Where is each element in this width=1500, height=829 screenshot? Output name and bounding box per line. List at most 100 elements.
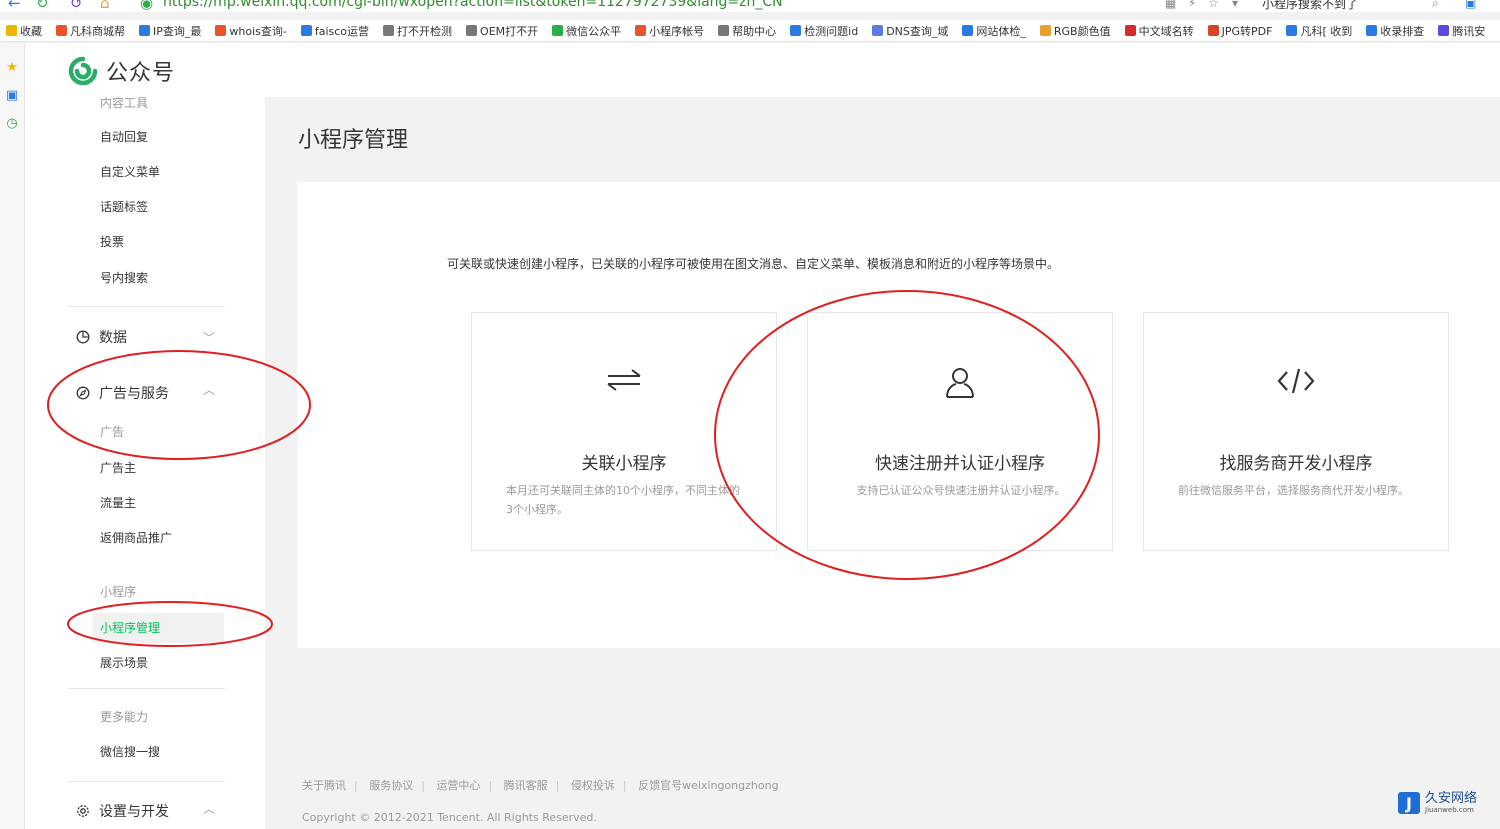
browser-sidebar: ★ ▣ ◷ [0,43,25,829]
bookmark-label: IP查询_最 [153,24,202,38]
extension-icon[interactable]: ▣ [1465,0,1476,10]
pie-chart-icon [75,329,91,345]
card-link-miniprogram[interactable]: 关联小程序 本月还可关联同主体的10个小程序，不同主体的3个小程序。 [471,312,777,551]
favorites-star-icon[interactable]: ★ [5,61,19,75]
bookmark-icon [383,25,395,36]
mp-logo[interactable]: 公众号 [68,55,175,87]
bookmark-item[interactable]: 凡科商城帮 [56,23,125,39]
bookmark-item[interactable]: RGB颜色值 [1039,23,1111,39]
bookmark-item[interactable]: faisco运营 [300,23,369,39]
gear-icon [75,803,91,819]
bookmark-item[interactable]: 检测问题id [790,23,858,39]
menu-item-traffic-host[interactable]: 流量主 [100,494,136,511]
undo-icon[interactable]: ↺ [70,0,83,12]
chevron-up-icon[interactable]: ︿ [203,800,215,817]
bookmark-icon [1039,25,1051,36]
menu-item-display-scenes[interactable]: 展示场景 [100,654,148,671]
bookmark-icon [1124,25,1136,36]
menu-item-advertiser[interactable]: 广告主 [100,459,136,476]
refresh-icon[interactable]: ↻ [36,0,49,12]
browser-address-bar: ← ↻ ↺ ⌂ ◉ https://mp.weixin.qq.com/cgi-b… [0,0,1500,12]
bookmark-label: 凡科商城帮 [70,24,125,38]
menu-item-wechat-search[interactable]: 微信搜一搜 [100,743,160,760]
footer-link-operations[interactable]: 运营中心 [436,779,480,792]
bookmark-label: RGB颜色值 [1053,24,1111,38]
copyright: Copyright © 2012-2021 Tencent. All Right… [302,811,597,824]
flash-icon[interactable]: ⚡ [1188,0,1196,10]
bookmark-icon [56,25,67,36]
menu-item-custom-menu[interactable]: 自定义菜单 [100,163,160,180]
bookmark-item[interactable]: JPG转PDF [1207,23,1272,39]
footer-link-support[interactable]: 腾讯客服 [504,779,548,792]
bookmark-label: whois查询- [229,24,287,38]
wechat-mp-logo-icon [68,56,98,86]
footer-link-feedback[interactable]: 反馈官号weixingongzhong [638,779,778,792]
back-icon[interactable]: ← [8,0,21,12]
bookmark-label: 腾讯安 [1452,24,1486,38]
footer-links: 关于腾讯 | 服务协议 | 运营中心 | 腾讯客服 | 侵权投诉 | 反馈官号weixin… [302,777,787,793]
footer-link-complaint[interactable]: 侵权投诉 [571,779,615,792]
bookmark-icon [552,25,564,36]
menu-item-auto-reply[interactable]: 自动回复 [100,128,148,145]
footer-separator: | [488,779,493,792]
bookmark-label: 网站体检_ [976,24,1026,38]
bookmark-label: 帮助中心 [732,24,777,38]
bookmark-icon [139,25,150,36]
footer-separator: | [421,779,425,792]
menu-group-ads-services[interactable]: 广告与服务 [75,383,169,403]
search-box[interactable]: 小程序搜索不到了 [1262,0,1358,12]
bookmark-label: 打不开检测 [397,24,453,38]
chevron-down-icon[interactable]: ▾ [1232,0,1238,10]
bookmark-item[interactable]: 收录排查 [1366,23,1424,39]
search-icon[interactable]: ⌕ [1432,0,1439,11]
menu-group-settings-dev[interactable]: 设置与开发 [75,801,169,821]
menu-item-account-search[interactable]: 号内搜索 [100,269,148,286]
card-service-provider[interactable]: 找服务商开发小程序 前往微信服务平台，选择服务商代开发小程序。 [1143,312,1449,551]
menu-item-topic-tags[interactable]: 话题标签 [100,198,148,215]
bookmark-icon [718,25,730,36]
card-quick-register[interactable]: 快速注册并认证小程序 支持已认证公众号快速注册并认证小程序。 [807,312,1113,551]
chevron-up-icon[interactable]: ︿ [203,381,215,398]
history-clock-icon[interactable]: ◷ [5,117,19,131]
menu-divider [68,688,225,689]
bookmark-item[interactable]: OEM打不开 [466,23,538,39]
chevron-down-icon[interactable]: ﹀ [203,329,215,346]
bookmark-icon [962,25,974,36]
bookmark-item[interactable]: 网站体检_ [962,23,1026,39]
footer-link-agreement[interactable]: 服务协议 [369,779,413,792]
bookmark-item[interactable]: 小程序帐号 [635,23,704,39]
menu-group-ads-label: 广告与服务 [99,386,169,402]
bookmark-item[interactable]: 腾讯安 [1438,23,1485,39]
bookmark-item[interactable]: 微信公众平 [552,23,621,39]
menu-item-rebate-promotion[interactable]: 返佣商品推广 [100,529,172,546]
card-desc: 本月还可关联同主体的10个小程序，不同主体的3个小程序。 [506,484,740,516]
bookmark-label: 收藏 [20,24,42,38]
bookmark-item[interactable]: 打不开检测 [383,23,452,39]
bookmark-item[interactable]: IP查询_最 [139,23,201,39]
reading-list-icon[interactable]: ▣ [5,89,19,103]
star-icon[interactable]: ☆ [1208,0,1219,10]
bookmarks-bar: 收藏 凡科商城帮 IP查询_最 whois查询-faisco运营 打不开检测 OEM打不开… [0,20,1500,42]
footer-link-about[interactable]: 关于腾讯 [302,779,346,792]
bookmark-item[interactable]: 收藏 [6,23,42,39]
footer-separator: | [354,779,358,792]
menu-item-miniprogram-management[interactable]: 小程序管理 [100,619,160,636]
menu-divider [68,306,225,307]
menu-group-data[interactable]: 数据 [75,327,127,347]
bookmark-icon [790,25,802,36]
url-text[interactable]: https://mp.weixin.qq.com/cgi-bin/wxopen?… [163,0,783,10]
bookmark-icon [466,25,478,36]
logo-text: 公众号 [106,61,176,86]
bookmark-item[interactable]: 帮助中心 [718,23,776,39]
menu-item-vote[interactable]: 投票 [100,233,124,250]
home-icon[interactable]: ⌂ [100,0,110,12]
qr-icon[interactable]: ▦ [1165,0,1176,10]
bookmark-item[interactable]: 凡科[ 收到 [1286,23,1352,39]
bookmark-icon [635,25,647,36]
card-desc: 前往微信服务平台，选择服务商代开发小程序。 [1178,484,1409,497]
bookmark-icon [300,25,312,36]
bookmark-item[interactable]: 中文域名转 [1124,23,1194,39]
bookmark-item[interactable]: whois查询- [215,23,287,39]
bookmark-item[interactable]: DNS查询_域 [872,23,948,39]
bookmark-icon [872,25,884,36]
